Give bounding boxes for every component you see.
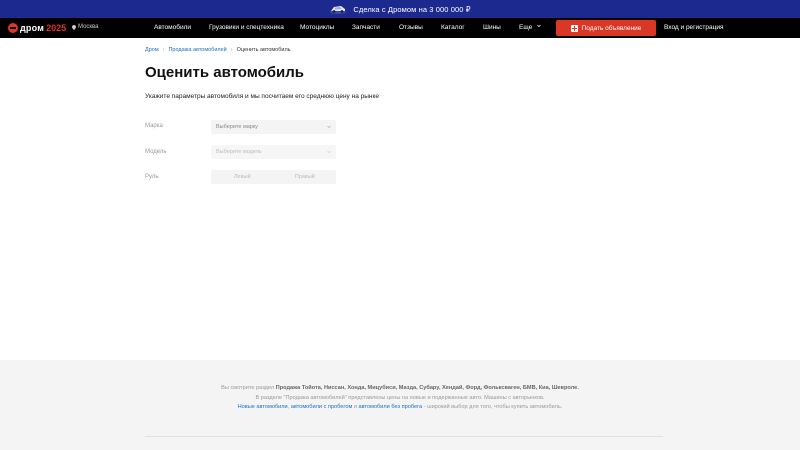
location-pin-icon xyxy=(72,24,76,30)
login-link[interactable]: Вход и регистрация xyxy=(664,24,724,31)
model-select-placeholder: Выберите модель xyxy=(216,149,262,155)
nav-reviews[interactable]: Отзывы xyxy=(399,24,423,31)
nav-motorcycles[interactable]: Мотоциклы xyxy=(300,24,334,31)
footer-brands: Продажа Тойота, Ниссан, Хонда, Мицубиси,… xyxy=(275,385,579,391)
page-title: Оценить автомобиль xyxy=(145,64,305,81)
wheel-option-right[interactable]: Правый xyxy=(274,170,337,184)
footer-seo-line-2: В разделе "Продажа автомобилей" представ… xyxy=(255,395,545,401)
footer-line3-suffix: - широкий выбор для того, чтобы купить а… xyxy=(422,404,563,410)
breadcrumb-home[interactable]: Дром xyxy=(145,47,159,53)
wheel-option-left[interactable]: Левый xyxy=(211,170,274,184)
post-ad-button[interactable]: Подать объявление xyxy=(556,20,656,36)
nav-cars[interactable]: Автомобили xyxy=(154,24,191,31)
link-new-cars[interactable]: Новые автомобили xyxy=(238,404,288,410)
wheel-label: Руль xyxy=(145,174,159,180)
post-ad-label: Подать объявление xyxy=(581,24,642,32)
car-promo-icon xyxy=(330,6,347,14)
brand-select[interactable]: Выберите марку xyxy=(211,120,336,134)
nav-tires[interactable]: Шины xyxy=(483,24,501,31)
logo-text: дром xyxy=(20,23,45,33)
nav-more-label: Еще xyxy=(519,24,533,31)
model-label: Модель xyxy=(145,149,167,155)
footer-seo-line-1: Вы смотрите раздел Продажа Тойота, Нисса… xyxy=(0,385,800,391)
breadcrumb-separator: › xyxy=(162,47,165,53)
nav-parts[interactable]: Запчасти xyxy=(352,24,380,31)
chevron-down-icon xyxy=(537,24,541,28)
breadcrumb-car-sales[interactable]: Продажа автомобилей xyxy=(168,47,226,53)
promo-banner[interactable]: Сделка с Дромом на 3 000 000 ₽ xyxy=(0,0,800,18)
drom-logo-icon xyxy=(8,23,18,33)
drom-logo[interactable]: дром 2025 xyxy=(8,22,66,34)
link-used-cars[interactable]: автомобили с пробегом xyxy=(291,404,353,410)
nav-catalog[interactable]: Каталог xyxy=(441,24,465,31)
chevron-down-icon xyxy=(327,150,331,154)
breadcrumb-separator: › xyxy=(230,47,233,53)
plus-icon xyxy=(570,24,578,32)
brand-select-placeholder: Выберите марку xyxy=(216,124,259,130)
breadcrumb-current: Оценить автомобиль xyxy=(236,47,291,53)
footer-line1-prefix: Вы смотрите раздел xyxy=(221,385,276,391)
logo-year: 2025 xyxy=(46,23,67,33)
promo-text: Сделка с Дромом на 3 000 000 ₽ xyxy=(353,4,471,14)
wheel-toggle: Левый Правый xyxy=(211,170,336,184)
model-select[interactable]: Выберите модель xyxy=(211,145,336,159)
link-no-mileage-cars[interactable]: автомобили без пробега xyxy=(359,404,423,410)
page-subtitle: Укажите параметры автомобиля и мы посчит… xyxy=(145,93,380,100)
brand-label: Марка xyxy=(145,123,163,129)
nav-trucks[interactable]: Грузовики и спецтехника xyxy=(209,24,284,31)
breadcrumb: Дром › Продажа автомобилей › Оценить авт… xyxy=(145,47,291,53)
chevron-down-icon xyxy=(327,125,331,129)
city-selector[interactable]: Москва xyxy=(72,24,98,30)
nav-more[interactable]: Еще xyxy=(519,24,541,31)
footer-seo-line-3: Новые автомобили, автомобили с пробегом … xyxy=(0,404,800,410)
city-name: Москва xyxy=(78,24,99,30)
footer-divider xyxy=(145,436,663,437)
